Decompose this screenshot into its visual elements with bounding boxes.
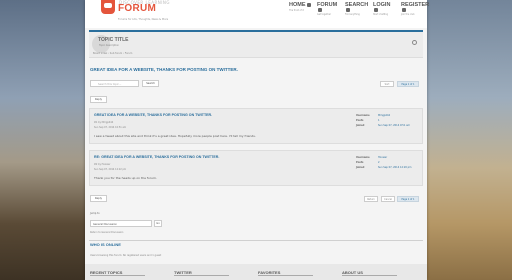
jumpto-label: Jump to xyxy=(90,212,100,215)
post-body: Thank you for the heads up on the forum. xyxy=(94,176,157,180)
author-key: Posts xyxy=(356,161,364,164)
reply-button-bottom[interactable]: Reply xyxy=(90,195,107,202)
pagination-bottom[interactable]: Page 1 of 1 xyxy=(397,196,419,202)
logo-icon[interactable] xyxy=(101,0,115,14)
logo-text[interactable]: FORUM xyxy=(118,3,156,14)
page-description: Topic description xyxy=(99,44,120,47)
author-posts: 2 xyxy=(378,161,380,164)
post-author-panel: Username Mmgp444 Posts 1 Joined Sun Sep 07,… xyxy=(356,112,418,127)
nav-home-label: HOME xyxy=(289,2,306,8)
nav-register-label: REGISTER xyxy=(401,2,430,8)
post-title[interactable]: RE: GREAT IDEA FOR A WEBSITE, THANKS FOR… xyxy=(94,155,219,159)
forum-page: DISCOVER LEARNING FORUM Forums for Life,… xyxy=(85,0,429,280)
topic-title[interactable]: GREAT IDEA FOR A WEBSITE, THANKS FOR POS… xyxy=(90,67,238,72)
footer-col-recent: RECENT TOPICS xyxy=(90,270,145,276)
author-key: Joined xyxy=(356,166,365,169)
author-joined: Sun Sep 07, 2014 12:20 pm xyxy=(378,166,412,169)
nav-home[interactable]: HOME The front of it xyxy=(289,2,311,16)
nav-login-label: LOGIN xyxy=(373,2,391,8)
nav-forum-sub: Get together xyxy=(317,13,332,16)
search-icon xyxy=(346,8,350,12)
reply-button[interactable]: Reply xyxy=(90,96,107,103)
login-icon xyxy=(374,8,378,12)
nav-register[interactable]: REGISTER Join the club xyxy=(401,2,429,16)
footer-col-about: ABOUT US xyxy=(342,270,397,276)
nav-login[interactable]: LOGIN Start chatting xyxy=(373,2,395,16)
home-icon xyxy=(306,3,311,7)
footer: RECENT TOPICS TWITTER FAVORITES ABOUT US xyxy=(85,264,427,280)
main-nav: HOME The front of it FORUM Get together SE… xyxy=(289,2,429,16)
header: DISCOVER LEARNING FORUM Forums for Life,… xyxy=(85,0,429,28)
jumpto-go-button[interactable]: Go xyxy=(154,220,162,227)
pagination[interactable]: Page 1 of 1 xyxy=(397,81,419,87)
background-left xyxy=(0,0,85,280)
footer-col-favorites: FAVORITES xyxy=(258,270,313,276)
who-online-title: WHO IS ONLINE xyxy=(90,242,121,247)
author-username[interactable]: Hoosier xyxy=(378,156,387,159)
return-link[interactable]: Return to General Discussion xyxy=(90,231,123,234)
nav-login-sub: Start chatting xyxy=(373,13,389,16)
author-key: Username xyxy=(356,114,370,117)
chat-icon xyxy=(318,8,322,12)
page-title: TOPIC TITLE xyxy=(98,37,129,43)
post-body: I saw a tweet about this site and think … xyxy=(94,134,256,138)
author-username[interactable]: Mmgp444 xyxy=(378,114,390,117)
post-author-meta: #2 by Hoosier xyxy=(94,163,111,166)
footer-col-twitter: TWITTER xyxy=(174,270,229,276)
author-key: Joined xyxy=(356,124,365,127)
post-date: Sun Sep 07, 2014 12:22 pm xyxy=(94,168,127,171)
breadcrumb[interactable]: Board index ‹ Sub forum ‹ Forum xyxy=(93,52,132,55)
nav-forum[interactable]: FORUM Get together xyxy=(317,2,339,16)
post-title[interactable]: GREAT IDEA FOR A WEBSITE, THANKS FOR POS… xyxy=(94,113,212,117)
author-joined: Sun Sep 07, 2014 9:51 am xyxy=(378,124,410,127)
post-author-panel: Username Hoosier Posts 2 Joined Sun Sep 07,… xyxy=(356,154,418,169)
nav-search-label: SEARCH xyxy=(345,2,369,8)
nav-register-sub: Join the club xyxy=(401,13,415,16)
post-2: RE: GREAT IDEA FOR A WEBSITE, THANKS FOR… xyxy=(89,150,423,186)
nav-search[interactable]: SEARCH Find anything xyxy=(345,2,369,16)
jumpto-select[interactable]: General Discussion xyxy=(90,220,152,227)
who-online-text: Users browsing this forum: No registered… xyxy=(90,254,162,257)
search-icon[interactable] xyxy=(412,40,417,45)
topic-search-button[interactable]: Search xyxy=(142,80,159,87)
cancel-button[interactable]: Cancel xyxy=(381,196,395,202)
user-plus-icon xyxy=(402,8,406,12)
nav-home-sub: The front of it xyxy=(289,9,304,12)
post-date: Sun Sep 07, 2014 10:51 am xyxy=(94,126,127,129)
post-1: GREAT IDEA FOR A WEBSITE, THANKS FOR POS… xyxy=(89,108,423,144)
nav-forum-label: FORUM xyxy=(317,2,338,8)
topic-search-input[interactable]: Search this topic… xyxy=(90,80,139,87)
post-author-meta: #1 by Mmgp444 xyxy=(94,121,114,124)
logo-subtitle: Forums for Life, Thoughts, News & More xyxy=(118,18,169,21)
topic-header: TOPIC TITLE Topic description Board inde… xyxy=(89,30,423,58)
author-key: Posts xyxy=(356,119,364,122)
sort-button[interactable]: Sort xyxy=(380,81,394,87)
nav-search-sub: Find anything xyxy=(345,13,360,16)
author-key: Username xyxy=(356,156,370,159)
author-posts: 1 xyxy=(378,119,380,122)
background-right xyxy=(427,0,512,280)
return-button[interactable]: Return xyxy=(364,196,378,202)
divider xyxy=(89,240,423,241)
